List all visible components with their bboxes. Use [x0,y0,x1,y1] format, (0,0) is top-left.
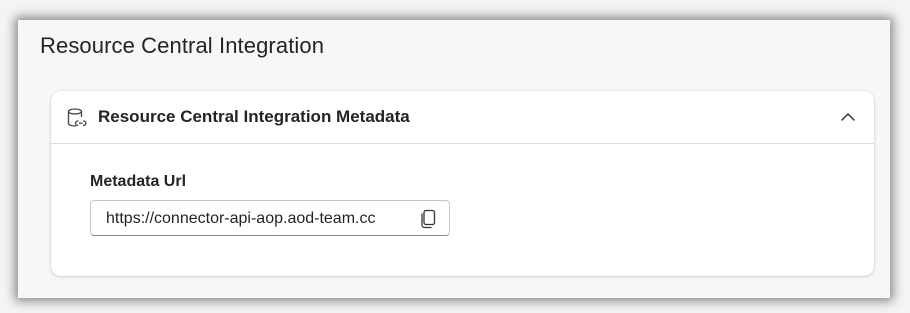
card-title: Resource Central Integration Metadata [98,107,410,126]
integration-panel: Resource Central Integration Resource Ce… [18,20,890,298]
metadata-card-header[interactable]: Resource Central Integration Metadata [51,91,874,144]
screenshot-stage: Resource Central Integration Resource Ce… [0,0,910,313]
metadata-url-field[interactable]: https://connector-api-aop.aod-team.cc [90,200,450,236]
metadata-url-label: Metadata Url [90,173,187,190]
page-title: Resource Central Integration [40,33,325,58]
metadata-card: Resource Central Integration Metadata Me… [51,91,874,276]
database-link-icon [67,108,87,127]
chevron-up-icon[interactable] [839,108,857,126]
copy-icon[interactable] [419,209,437,229]
metadata-url-value[interactable]: https://connector-api-aop.aod-team.cc [106,210,409,228]
